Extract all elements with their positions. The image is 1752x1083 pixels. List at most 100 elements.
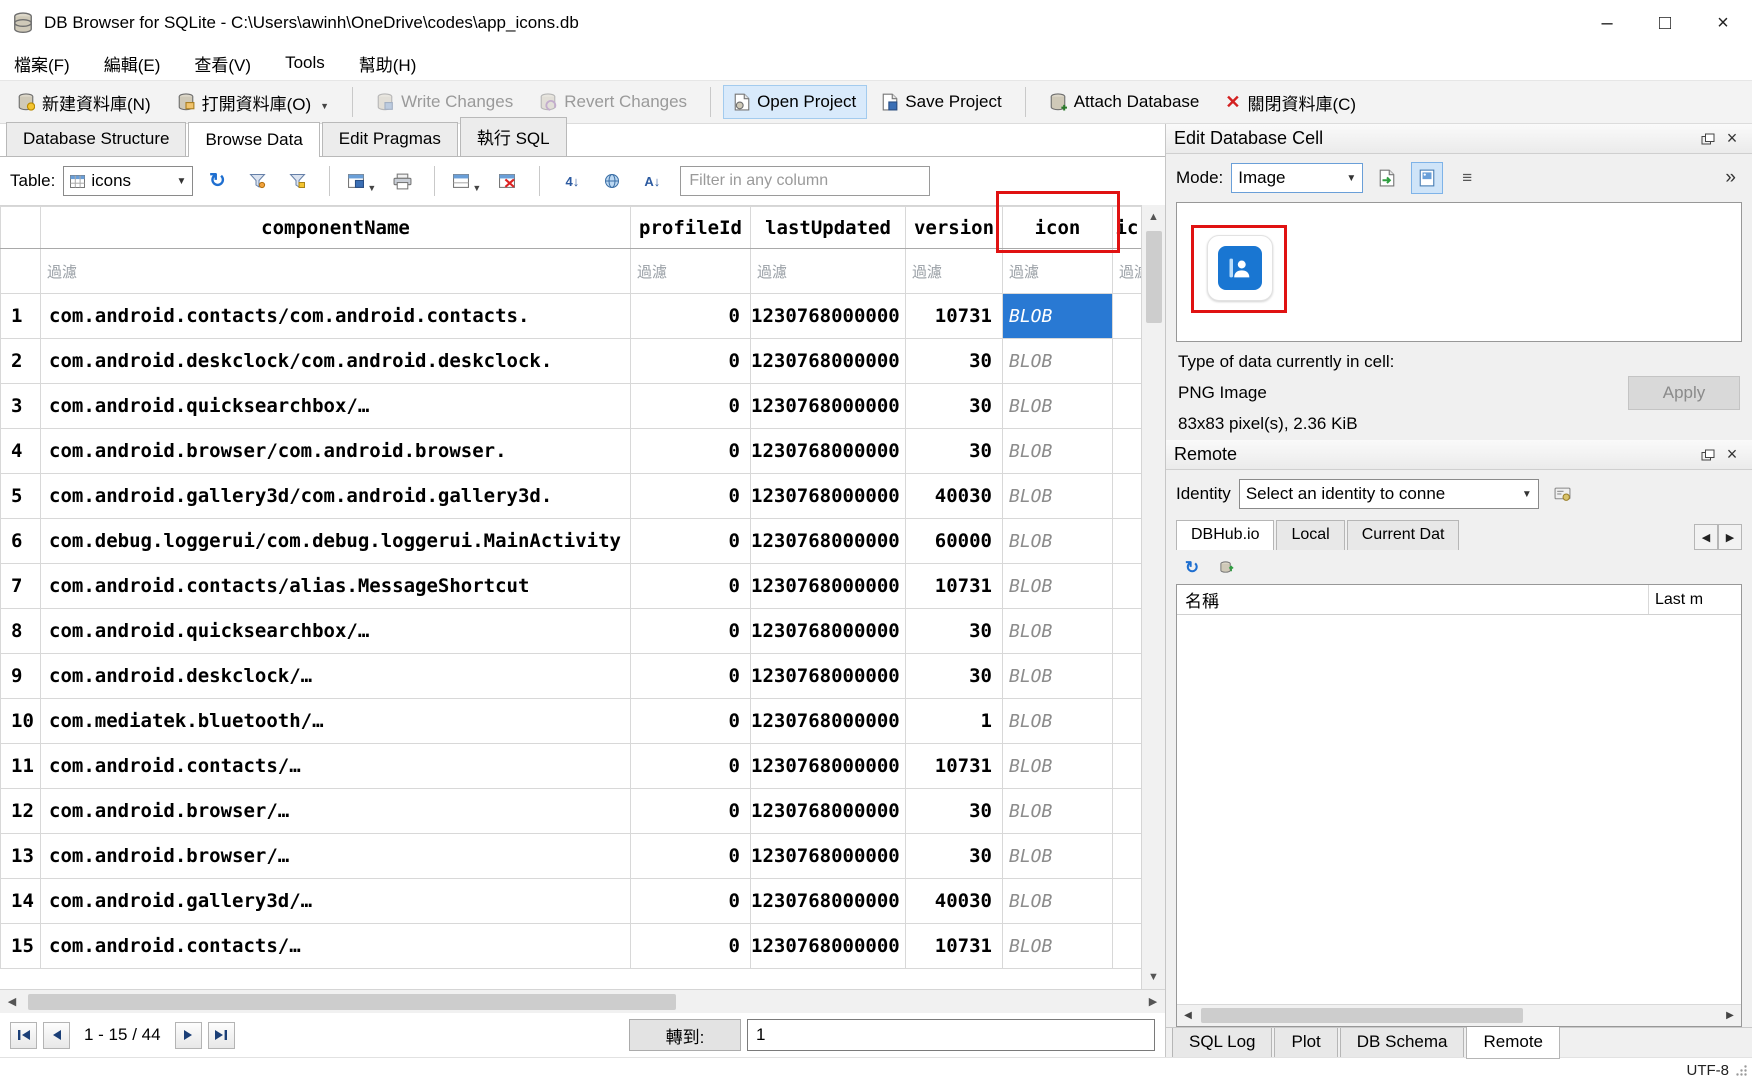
cell-lastUpdated[interactable]: 1230768000000 (751, 294, 906, 339)
cell-profileId[interactable]: 0 (631, 429, 751, 474)
cell-componentName[interactable]: com.android.browser/com.android.browser. (41, 429, 631, 474)
cell-profileId[interactable]: 0 (631, 744, 751, 789)
cell-icon[interactable]: BLOB (1003, 384, 1113, 429)
cell-profileId[interactable]: 0 (631, 564, 751, 609)
cell-version[interactable]: 10731 (906, 294, 1003, 339)
cell-lastUpdated[interactable]: 1230768000000 (751, 834, 906, 879)
cell-profileId[interactable]: 0 (631, 834, 751, 879)
grid-corner-header[interactable] (1, 207, 41, 249)
cell-componentName[interactable]: com.android.contacts/com.android.contact… (41, 294, 631, 339)
cell-lastUpdated[interactable]: 1230768000000 (751, 429, 906, 474)
toolbar-overflow-icon[interactable]: » (1719, 167, 1742, 189)
column-header-icon[interactable]: icon (1003, 207, 1113, 249)
menu-help[interactable]: 幫助(H) (355, 48, 421, 79)
remote-list-body[interactable] (1177, 615, 1741, 1004)
minimize-button[interactable]: – (1578, 0, 1636, 46)
cell-overflow[interactable] (1113, 699, 1142, 744)
scrollbar-thumb[interactable] (1146, 231, 1162, 323)
row-number[interactable]: 15 (1, 924, 41, 969)
scroll-down-icon[interactable]: ▼ (1142, 965, 1166, 989)
cell-lastUpdated[interactable]: 1230768000000 (751, 609, 906, 654)
menu-tools[interactable]: Tools (281, 50, 329, 76)
cell-componentName[interactable]: com.android.deskclock/com.android.deskcl… (41, 339, 631, 384)
row-number[interactable]: 5 (1, 474, 41, 519)
cell-version[interactable]: 10731 (906, 564, 1003, 609)
edit-order-button[interactable]: A↓ (636, 165, 668, 197)
cell-componentName[interactable]: com.android.quicksearchbox/… (41, 609, 631, 654)
scroll-right-icon[interactable]: ▶ (1719, 1005, 1741, 1027)
tab-database-structure[interactable]: Database Structure (6, 122, 186, 156)
vertical-scrollbar[interactable]: ▲ ▼ (1141, 205, 1165, 989)
cell-lastUpdated[interactable]: 1230768000000 (751, 474, 906, 519)
close-button[interactable]: × (1694, 0, 1752, 46)
cell-lastUpdated[interactable]: 1230768000000 (751, 564, 906, 609)
remote-push-button[interactable] (1214, 555, 1238, 579)
filter-any-column-input[interactable] (680, 166, 930, 196)
insert-record-button[interactable]: ▼ (451, 165, 483, 197)
cell-version[interactable]: 30 (906, 834, 1003, 879)
cell-icon[interactable]: BLOB (1003, 339, 1113, 384)
column-filter-version[interactable]: 過濾 (906, 249, 1003, 294)
write-changes-button[interactable]: Write Changes (365, 85, 524, 119)
cell-profileId[interactable]: 0 (631, 519, 751, 564)
open-db-dropdown-icon[interactable]: ▼ (320, 101, 329, 115)
close-database-button[interactable]: ✕ 關閉資料庫(C) (1214, 83, 1367, 122)
column-header-lastUpdated[interactable]: lastUpdated (751, 207, 906, 249)
table-select[interactable]: icons ▼ (63, 166, 193, 196)
clear-filters-button[interactable] (241, 165, 273, 197)
cell-version[interactable]: 30 (906, 384, 1003, 429)
cell-componentName[interactable]: com.android.deskclock/… (41, 654, 631, 699)
cell-overflow[interactable] (1113, 879, 1142, 924)
float-panel-icon[interactable] (1696, 128, 1720, 150)
cell-icon[interactable]: BLOB (1003, 519, 1113, 564)
cell-version[interactable]: 30 (906, 789, 1003, 834)
cell-icon[interactable]: BLOB (1003, 789, 1113, 834)
import-identity-button[interactable] (1547, 478, 1579, 510)
column-header-componentName[interactable]: componentName (41, 207, 631, 249)
row-number[interactable]: 14 (1, 879, 41, 924)
cell-lastUpdated[interactable]: 1230768000000 (751, 519, 906, 564)
column-filter-icon[interactable]: 過濾 (1003, 249, 1113, 294)
image-view-button[interactable] (1411, 162, 1443, 194)
first-record-button[interactable] (10, 1022, 37, 1049)
sort-asc-button[interactable]: 4↓ (556, 165, 588, 197)
last-record-button[interactable] (208, 1022, 235, 1049)
encoding-button[interactable] (596, 165, 628, 197)
cell-version[interactable]: 60000 (906, 519, 1003, 564)
tab-edit-pragmas[interactable]: Edit Pragmas (322, 122, 458, 156)
row-number[interactable]: 1 (1, 294, 41, 339)
dock-tab-sql-log[interactable]: SQL Log (1172, 1028, 1272, 1059)
cell-lastUpdated[interactable]: 1230768000000 (751, 384, 906, 429)
column-filter-ic[interactable]: 過濾 (1113, 249, 1142, 294)
row-number[interactable]: 4 (1, 429, 41, 474)
cell-componentName[interactable]: com.mediatek.bluetooth/… (41, 699, 631, 744)
cell-componentName[interactable]: com.android.browser/… (41, 789, 631, 834)
menu-file[interactable]: 檔案(F) (10, 48, 74, 79)
cell-lastUpdated[interactable]: 1230768000000 (751, 924, 906, 969)
row-number[interactable]: 2 (1, 339, 41, 384)
resize-grip-icon[interactable] (1735, 1064, 1748, 1077)
cell-version[interactable]: 30 (906, 339, 1003, 384)
open-database-button[interactable]: 打開資料庫(O) ▼ (166, 83, 340, 122)
close-panel-icon[interactable]: × (1720, 444, 1744, 466)
scroll-left-icon[interactable]: ◀ (1177, 1005, 1199, 1027)
cell-lastUpdated[interactable]: 1230768000000 (751, 744, 906, 789)
cell-lastUpdated[interactable]: 1230768000000 (751, 699, 906, 744)
save-project-button[interactable]: Save Project (871, 85, 1012, 119)
cell-profileId[interactable]: 0 (631, 699, 751, 744)
scroll-up-icon[interactable]: ▲ (1142, 205, 1166, 229)
cell-profileId[interactable]: 0 (631, 384, 751, 429)
cell-profileId[interactable]: 0 (631, 609, 751, 654)
cell-profileId[interactable]: 0 (631, 924, 751, 969)
cell-overflow[interactable] (1113, 609, 1142, 654)
cell-version[interactable]: 10731 (906, 744, 1003, 789)
tab-dbhub[interactable]: DBHub.io (1176, 520, 1274, 550)
cell-overflow[interactable] (1113, 654, 1142, 699)
import-data-button[interactable] (1371, 162, 1403, 194)
cell-version[interactable]: 40030 (906, 879, 1003, 924)
scroll-left-icon[interactable]: ◀ (0, 990, 24, 1014)
cell-icon[interactable]: BLOB (1003, 564, 1113, 609)
cell-overflow[interactable] (1113, 834, 1142, 879)
remote-horizontal-scrollbar[interactable]: ◀ ▶ (1177, 1004, 1741, 1026)
cell-overflow[interactable] (1113, 924, 1142, 969)
